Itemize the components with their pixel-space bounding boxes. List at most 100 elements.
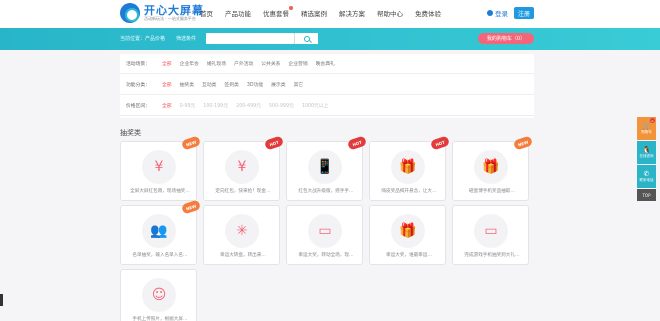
filter-option[interactable]: 签到类	[224, 81, 238, 88]
user-icon	[487, 10, 493, 16]
login-label: 登录	[495, 10, 508, 18]
gift-icon: 🎁	[474, 150, 508, 184]
filter-option[interactable]: 100-199元	[203, 102, 228, 109]
product-card[interactable]: ▭ 完成游戏手机抽奖到大礼…	[452, 205, 529, 265]
new-badge: NEW	[512, 135, 534, 151]
filter-option[interactable]: 企业年会	[180, 60, 199, 67]
product-card[interactable]: 🎁 砸蛋博手机奖品抽取… NEW	[452, 135, 534, 201]
hot-badge: HOT	[429, 135, 451, 151]
search-bar: 当前位置：产品价格 筛选条件 我的购物车（0）	[0, 28, 660, 50]
filter-row-price: 价格区间： 全部 0-99元 100-199元 200-499元 500-999…	[120, 96, 534, 116]
phone-shake-icon: 📱	[308, 150, 342, 184]
gift-box-icon: 🎁	[391, 214, 425, 248]
floating-toolbar: 🛒 购物车 0 🐧 在线咨询 ✆ 联系电话 TOP	[637, 117, 656, 202]
wheel-icon: ✳	[225, 214, 259, 248]
filter-option[interactable]: 其它	[294, 81, 304, 88]
red-envelope-icon: ¥	[142, 150, 176, 184]
people-icon: 👥	[142, 214, 176, 248]
filter-row-label: 功能分类：	[126, 83, 150, 88]
product-card[interactable]: ¥ 全屏大屏红包雨，现场抽奖… NEW	[120, 135, 202, 201]
filter-option[interactable]: 200-499元	[236, 102, 261, 109]
logo-icon	[120, 3, 140, 23]
gift-box-icon: 🎁	[391, 150, 425, 184]
logo[interactable]: 开心大屏幕 活动新玩法 · 一站式服务平台	[120, 3, 204, 23]
filter-option[interactable]: 公共关系	[261, 60, 280, 67]
filter-option[interactable]: 500-999元	[269, 102, 294, 109]
float-label: 在线咨询	[639, 153, 654, 158]
product-card-text: 砸蛋博手机奖品抽取…	[469, 189, 515, 194]
filter-row-category: 功能分类： 全部 抽奖类 互动类 签到类 3D功能 展示类 其它	[120, 75, 534, 95]
hot-badge: HOT	[346, 135, 368, 151]
red-envelope-icon: ¥	[225, 150, 259, 184]
nav-help[interactable]: 帮助中心	[377, 8, 403, 18]
filter-row-label: 活动场景：	[126, 62, 150, 67]
product-card[interactable]: 👥 名单抽奖，输入名单入名… NEW	[120, 199, 202, 265]
filter-option[interactable]: 户外活动	[234, 60, 253, 67]
product-card[interactable]: ☺ 手机上传照片，根据大屏…	[120, 269, 197, 321]
product-card-text: 红包大战升级版，摇手手…	[298, 189, 354, 194]
product-card-text: 手机上传照片，根据大屏…	[132, 317, 188, 321]
nav-cases[interactable]: 精选案例	[301, 8, 327, 18]
top-navbar: 开心大屏幕 活动新玩法 · 一站式服务平台 首页 产品功能 优惠套餐 精选案例 …	[0, 0, 660, 28]
filter-option[interactable]: 抽奖类	[180, 81, 194, 88]
filter-row-label: 价格区间：	[126, 104, 150, 109]
filter-option[interactable]: 全部	[162, 102, 172, 109]
logo-subtitle: 活动新玩法 · 一站式服务平台	[144, 16, 196, 21]
search-input[interactable]	[206, 33, 294, 44]
product-card[interactable]: ¥ 定向红包，快来抢！现金… HOT	[203, 135, 285, 201]
float-cart-button[interactable]: 🛒 购物车 0	[637, 117, 656, 140]
hot-badge: HOT	[263, 135, 285, 151]
section-title: 抽奖类	[120, 129, 141, 137]
product-card[interactable]: 📱 红包大战升级版，摇手手… HOT	[286, 135, 368, 201]
filter-label: 筛选条件	[176, 36, 197, 42]
phone-icon: ✆	[643, 169, 650, 178]
product-card[interactable]: ✳ 幸运大转盘，转出来…	[203, 205, 280, 265]
filter-option[interactable]: 企业营销	[288, 60, 307, 67]
card-icon: ▭	[474, 214, 508, 248]
login-link[interactable]: 登录	[487, 8, 508, 18]
filter-option[interactable]: 全部	[162, 60, 172, 67]
cart-button[interactable]: 我的购物车（0）	[478, 33, 534, 44]
new-badge: NEW	[180, 199, 202, 215]
float-phone-button[interactable]: ✆ 联系电话	[637, 165, 656, 188]
smiley-icon: ☺	[142, 278, 176, 312]
filter-option[interactable]: 全部	[162, 81, 172, 88]
scroll-indicator	[0, 294, 3, 306]
filter-option[interactable]: 1000元以上	[302, 102, 329, 109]
nav-solutions[interactable]: 解决方案	[339, 8, 365, 18]
search-button[interactable]	[294, 33, 318, 44]
nav-features[interactable]: 产品功能	[225, 8, 251, 18]
product-card-text: 完成游戏手机抽奖到大礼…	[464, 253, 520, 258]
new-badge: NEW	[180, 135, 202, 151]
float-label: 联系电话	[639, 177, 654, 182]
back-to-top-button[interactable]: TOP	[637, 189, 656, 201]
nav-free-trial[interactable]: 免费体验	[415, 8, 441, 18]
nav-packages[interactable]: 优惠套餐	[263, 6, 293, 18]
search-icon	[303, 35, 310, 42]
product-card-text: 幸运大奖，谁最幸运…	[386, 253, 432, 258]
register-button[interactable]: 注册	[514, 7, 534, 19]
product-card[interactable]: 🎁 幸运大奖，谁最幸运…	[369, 205, 446, 265]
filter-option[interactable]: 晚会典礼	[316, 60, 335, 67]
product-card-text: 幸运大转盘，转出来…	[220, 253, 266, 258]
cart-icon: 🛒	[642, 121, 651, 130]
filter-row-scene: 活动场景： 全部 企业年会 婚礼现场 户外活动 公共关系 企业营销 晚会典礼	[120, 54, 534, 74]
filter-option[interactable]: 3D功能	[247, 81, 263, 88]
filter-option[interactable]: 0-99元	[180, 102, 196, 109]
product-card-text: 嗨皮奖品揭开悬念，让大…	[381, 189, 437, 194]
filter-option[interactable]: 展示类	[271, 81, 285, 88]
slot-machine-icon: ▭	[308, 214, 342, 248]
breadcrumb: 当前位置：产品价格	[120, 36, 166, 42]
float-qq-button[interactable]: 🐧 在线咨询	[637, 141, 656, 164]
float-label: 购物车	[641, 129, 652, 134]
product-card[interactable]: 🎁 嗨皮奖品揭开悬念，让大… HOT	[369, 135, 451, 201]
filter-option[interactable]: 互动类	[202, 81, 216, 88]
filter-panel: 活动场景： 全部 企业年会 婚礼现场 户外活动 公共关系 企业营销 晚会典礼 功…	[120, 54, 534, 118]
logo-title: 开心大屏幕	[144, 4, 204, 17]
main-nav: 首页 产品功能 优惠套餐 精选案例 解决方案 帮助中心 免费体验	[200, 6, 453, 18]
product-card-text: 幸运大奖，转动全场，现…	[298, 253, 354, 258]
filter-option[interactable]: 婚礼现场	[207, 60, 226, 67]
nav-home[interactable]: 首页	[200, 8, 213, 18]
product-card-text: 名单抽奖，输入名单入名…	[132, 253, 188, 258]
product-card[interactable]: ▭ 幸运大奖，转动全场，现…	[286, 205, 363, 265]
